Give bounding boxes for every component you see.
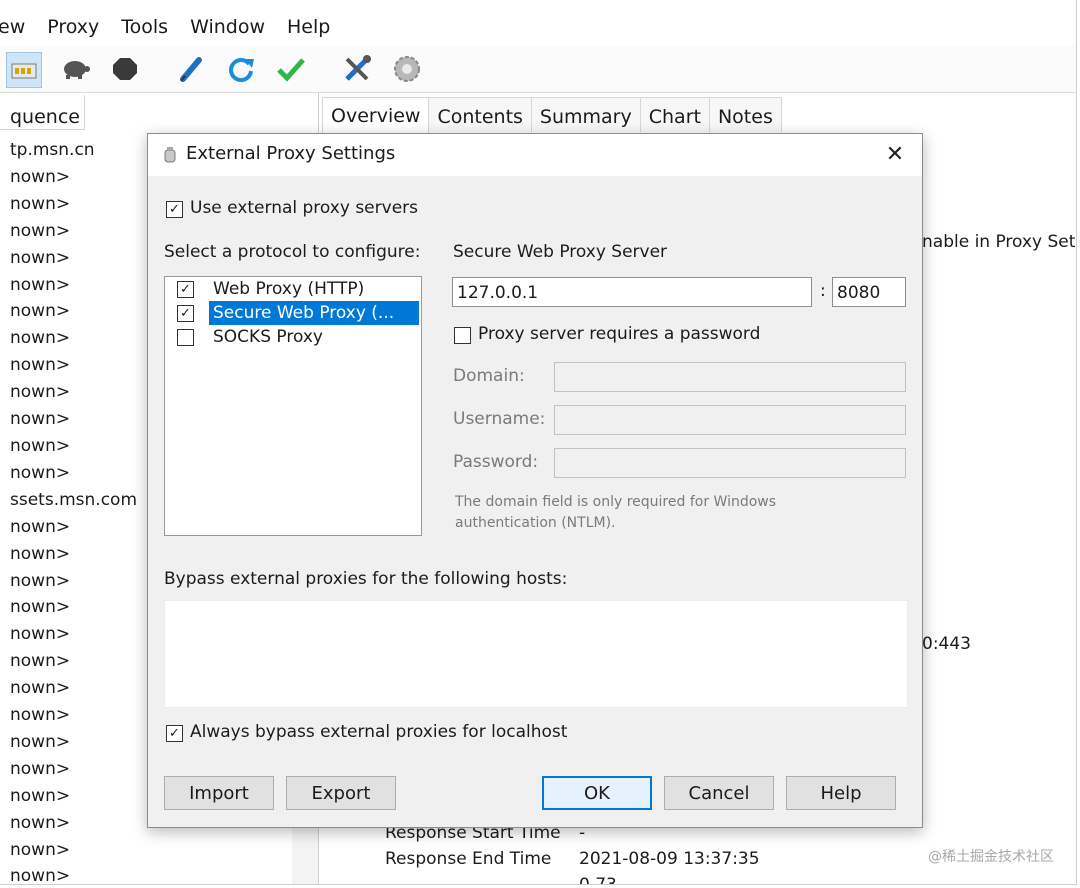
bypass-hosts-textarea[interactable] — [164, 600, 908, 708]
ntlm-note-line1: The domain field is only required for Wi… — [455, 494, 777, 510]
session-list: tp.msn.cn nown> nown> nown> nown> nown> nown> n… — [10, 137, 137, 884]
session-list-item[interactable]: nown> — [10, 325, 137, 352]
tab-chart[interactable]: Chart — [639, 97, 710, 132]
dialog-title: External Proxy Settings — [186, 143, 396, 164]
proxy-port-input[interactable]: 8080 — [832, 277, 906, 307]
breakpoint-icon[interactable] — [108, 52, 142, 86]
tab-summary[interactable]: Summary — [530, 97, 641, 132]
enable-proxy-hint: nable in Proxy Set — [922, 232, 1076, 252]
session-list-item[interactable]: nown> — [10, 191, 137, 218]
dialog-titlebar: External Proxy Settings ✕ — [148, 134, 922, 176]
session-list-item[interactable]: nown> — [10, 837, 137, 864]
domain-input[interactable] — [554, 362, 906, 392]
menu-bar: ew Proxy Tools Window Help — [0, 8, 1076, 47]
session-list-item[interactable]: nown> — [10, 756, 137, 783]
protocol-https[interactable]: ✓ Secure Web Proxy (... — [165, 301, 421, 325]
username-input[interactable] — [554, 405, 906, 435]
stream-icon[interactable] — [6, 52, 42, 88]
session-list-item[interactable]: nown> — [10, 379, 137, 406]
ok-button[interactable]: OK — [542, 776, 652, 810]
session-list-item[interactable]: nown> — [10, 164, 137, 191]
select-protocol-label: Select a protocol to configure: — [164, 242, 421, 262]
requires-password-label: Proxy server requires a password — [478, 324, 761, 344]
app-window: ew Proxy Tools Window Help quence tp.msn… — [0, 0, 1077, 885]
server-heading: Secure Web Proxy Server — [453, 242, 668, 262]
protocol-socks[interactable]: SOCKS Proxy — [165, 325, 421, 349]
menu-tools[interactable]: Tools — [121, 16, 168, 38]
tools-icon[interactable] — [340, 52, 374, 86]
partial-value: 0.73 — [579, 875, 617, 885]
host-port-separator: : — [820, 281, 826, 301]
session-list-item[interactable]: nown> — [10, 352, 137, 379]
session-list-item[interactable]: nown> — [10, 298, 137, 325]
session-list-item[interactable]: nown> — [10, 514, 137, 541]
port-value: 0:443 — [922, 634, 971, 654]
password-label: Password: — [453, 452, 539, 472]
validate-icon[interactable] — [274, 52, 308, 86]
protocol-http[interactable]: ✓ Web Proxy (HTTP) — [165, 277, 421, 301]
ntlm-note-line2: authentication (NTLM). — [455, 515, 616, 531]
session-list-item[interactable]: nown> — [10, 541, 137, 568]
session-list-item[interactable]: nown> — [10, 783, 137, 810]
requires-password-checkbox[interactable] — [454, 327, 471, 344]
import-button[interactable]: Import — [164, 776, 274, 810]
protocol-socks-checkbox[interactable] — [177, 329, 194, 346]
domain-label: Domain: — [453, 366, 525, 386]
session-list-item[interactable]: nown> — [10, 810, 137, 837]
menu-window[interactable]: Window — [190, 16, 265, 38]
tab-overview[interactable]: Overview — [322, 97, 430, 134]
session-list-item[interactable]: nown> — [10, 568, 137, 595]
tab-notes[interactable]: Notes — [708, 97, 782, 132]
session-list-item[interactable]: nown> — [10, 460, 137, 487]
session-list-item[interactable]: nown> — [10, 621, 137, 648]
session-list-item[interactable]: nown> — [10, 272, 137, 299]
session-list-item[interactable]: nown> — [10, 406, 137, 433]
external-proxy-dialog: External Proxy Settings ✕ ✓ Use external… — [147, 133, 923, 828]
bypass-label: Bypass external proxies for the followin… — [164, 569, 568, 589]
menu-view[interactable]: ew — [0, 16, 25, 38]
use-external-label: Use external proxy servers — [190, 198, 418, 218]
tab-contents[interactable]: Contents — [428, 97, 532, 132]
session-list-item[interactable]: nown> — [10, 218, 137, 245]
sequence-column-header[interactable]: quence — [0, 95, 85, 130]
session-list-item[interactable]: nown> — [10, 648, 137, 675]
protocol-http-label: Web Proxy (HTTP) — [213, 279, 365, 299]
username-label: Username: — [453, 409, 546, 429]
close-icon[interactable]: ✕ — [880, 140, 910, 170]
protocol-https-label: Secure Web Proxy (... — [209, 301, 419, 325]
session-list-item[interactable]: nown> — [10, 433, 137, 460]
repeat-icon[interactable] — [224, 52, 258, 86]
session-list-item[interactable]: nown> — [10, 245, 137, 272]
session-list-item[interactable]: nown> — [10, 594, 137, 621]
watermark: @稀土掘金技术社区 — [928, 849, 1054, 865]
session-list-item[interactable]: ssets.msn.com — [10, 487, 137, 514]
session-list-item[interactable]: nown> — [10, 702, 137, 729]
help-button[interactable]: Help — [786, 776, 896, 810]
response-end-value: 2021-08-09 13:37:35 — [579, 849, 760, 869]
session-list-item[interactable]: nown> — [10, 729, 137, 756]
response-end-label: Response End Time — [385, 849, 552, 869]
settings-icon[interactable] — [390, 52, 424, 86]
protocol-http-checkbox[interactable]: ✓ — [177, 281, 194, 298]
always-bypass-label: Always bypass external proxies for local… — [190, 722, 568, 742]
pen-icon[interactable] — [174, 52, 208, 86]
proxy-host-input[interactable]: 127.0.0.1 — [452, 277, 812, 307]
protocol-socks-label: SOCKS Proxy — [213, 327, 323, 347]
menu-proxy[interactable]: Proxy — [47, 16, 99, 38]
session-list-item[interactable]: nown> — [10, 863, 137, 884]
turtle-icon[interactable] — [58, 52, 92, 86]
protocol-list: ✓ Web Proxy (HTTP) ✓ Secure Web Proxy (.… — [164, 276, 422, 536]
export-button[interactable]: Export — [286, 776, 396, 810]
toolbar — [0, 46, 1076, 93]
password-input[interactable] — [554, 448, 906, 478]
menu-help[interactable]: Help — [287, 16, 330, 38]
protocol-https-checkbox[interactable]: ✓ — [177, 305, 194, 322]
detail-tabs: Overview Contents Summary Chart Notes — [322, 97, 782, 134]
teapot-icon — [164, 147, 176, 163]
use-external-checkbox[interactable]: ✓ — [166, 201, 183, 218]
session-list-item[interactable]: tp.msn.cn — [10, 137, 137, 164]
cancel-button[interactable]: Cancel — [664, 776, 774, 810]
always-bypass-checkbox[interactable]: ✓ — [166, 725, 183, 742]
session-list-item[interactable]: nown> — [10, 675, 137, 702]
